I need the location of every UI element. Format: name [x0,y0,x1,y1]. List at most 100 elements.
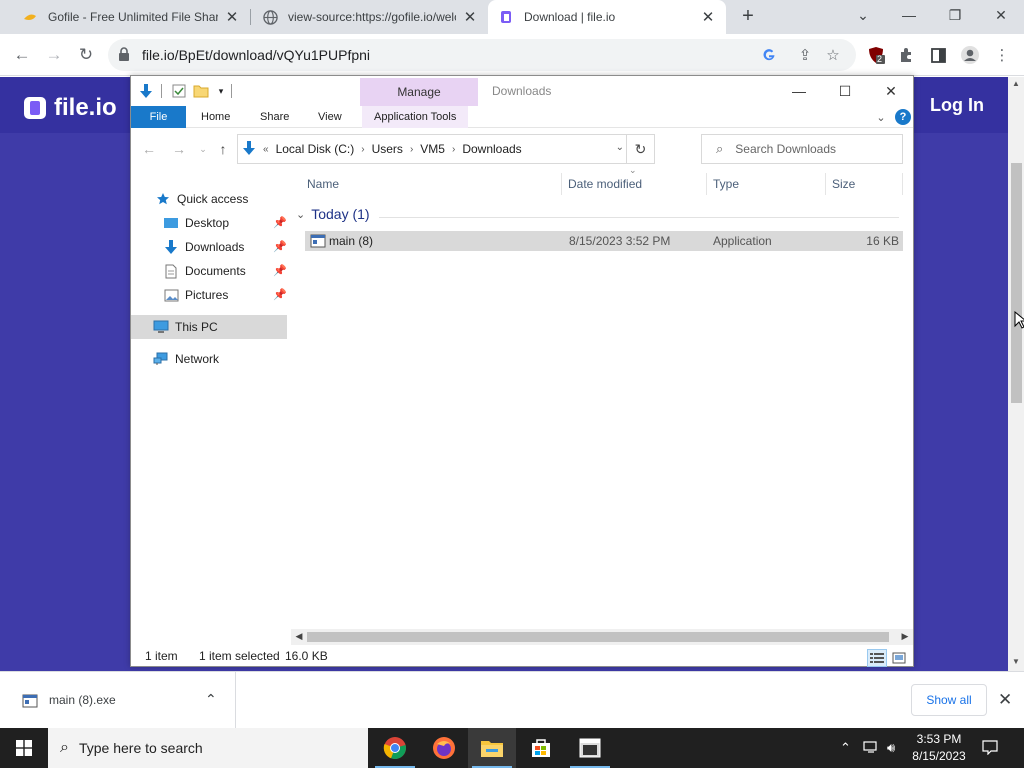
explorer-address-bar[interactable]: « Local Disk (C:) › Users › VM5 › Downlo… [237,134,655,164]
explorer-back-icon[interactable]: ← [141,141,157,157]
scroll-down-arrow-icon[interactable]: ▼ [1011,657,1021,667]
column-header-name[interactable]: Name [301,169,561,199]
up-folder-icon[interactable]: ↑ [215,141,231,157]
file-list-hscrollbar[interactable]: ◀ ▶ [291,629,913,645]
fileio-logo[interactable]: file.io [24,94,117,122]
ribbon-tab-home[interactable]: Home [201,106,230,128]
taskbar-app[interactable] [566,728,614,768]
bookmark-star-icon[interactable]: ☆ [824,47,842,64]
close-window-button[interactable]: ✕ [978,0,1024,30]
manage-contextual-tab[interactable]: Manage [360,78,478,106]
pin-icon[interactable]: 📌 [273,288,287,301]
ribbon-tab-application-tools[interactable]: Application Tools [362,106,469,128]
tab-search-icon[interactable]: ⌄ [840,0,886,30]
google-icon[interactable] [760,47,778,63]
pin-icon[interactable]: 📌 [273,264,287,277]
scrollbar-thumb[interactable] [1011,163,1022,403]
profile-avatar-icon[interactable] [960,45,980,65]
reload-button[interactable]: ↻ [72,41,100,69]
help-icon[interactable]: ? [895,109,911,125]
side-panel-icon[interactable] [928,45,948,65]
nav-quick-access[interactable]: Quick access [131,187,287,211]
volume-icon[interactable]: 🔊︎ [887,740,895,756]
taskbar-store[interactable] [517,728,565,768]
taskbar-firefox[interactable] [420,728,468,768]
nav-desktop[interactable]: Desktop 📌 [131,211,287,235]
breadcrumb-vm5[interactable]: VM5 [416,142,449,156]
nav-documents[interactable]: Documents 📌 [131,259,287,283]
search-downloads-input[interactable]: ⌕ Search Downloads [701,134,903,164]
nav-network[interactable]: Network [131,347,287,371]
taskbar-file-explorer[interactable] [468,728,516,768]
collapse-chevron-icon[interactable]: ⌄ [296,208,305,221]
start-button[interactable] [0,728,48,768]
breadcrumb-local-disk[interactable]: Local Disk (C:) [272,142,359,156]
show-hidden-icons-icon[interactable]: ⌃ [840,740,851,756]
large-icons-view-icon[interactable] [889,649,909,667]
expand-ribbon-icon[interactable]: ⌄ [873,109,889,125]
show-all-button[interactable]: Show all [911,684,987,716]
restore-button[interactable]: ❐ [932,0,978,30]
close-tab-icon[interactable]: ✕ [224,9,240,26]
ribbon-tab-file[interactable]: File [131,106,186,128]
scroll-left-arrow-icon[interactable]: ◀ [293,631,305,643]
column-header-date-modified[interactable]: Date modified [562,169,706,199]
page-scrollbar[interactable]: ▲ ▼ [1008,77,1024,671]
minimize-button[interactable]: — [886,0,932,30]
breadcrumb-overflow-icon[interactable]: « [260,144,272,155]
details-view-icon[interactable] [867,649,887,667]
forward-button[interactable]: → [40,41,68,69]
explorer-close-button[interactable]: ✕ [871,80,911,102]
pin-icon[interactable]: 📌 [273,216,287,229]
recent-locations-icon[interactable]: ⌄ [195,141,211,157]
ublock-extension-icon[interactable]: 2 [866,45,886,65]
column-header-size[interactable]: Size [826,169,902,199]
explorer-maximize-button[interactable]: ☐ [825,80,865,102]
back-button[interactable]: ← [8,41,36,69]
breadcrumb-chevron-icon[interactable]: › [407,144,416,155]
nav-pictures[interactable]: Pictures 📌 [131,283,287,307]
close-shelf-icon[interactable]: ✕ [998,690,1012,710]
download-item[interactable]: main (8).exe ⌃ [0,672,236,728]
properties-icon[interactable] [171,83,187,99]
share-icon[interactable]: ⇪ [796,47,814,64]
column-header-type[interactable]: Type [707,169,825,199]
taskbar-search-box[interactable]: ⌕ Type here to search [48,728,368,768]
nav-downloads[interactable]: Downloads 📌 [131,235,287,259]
chevron-up-icon[interactable]: ⌃ [205,691,217,708]
taskbar-clock[interactable]: 3:53 PM 8/15/2023 [904,731,974,765]
notifications-icon[interactable] [982,739,998,758]
scroll-up-arrow-icon[interactable]: ▲ [1011,79,1021,89]
extensions-puzzle-icon[interactable] [896,45,916,65]
file-row[interactable]: main (8) 8/15/2023 3:52 PM Application 1… [305,231,903,251]
close-tab-icon[interactable]: ✕ [462,9,478,26]
group-header-today[interactable]: ⌄ Today (1) [296,206,370,222]
explorer-minimize-button[interactable]: — [779,80,819,102]
breadcrumb-chevron-icon[interactable]: › [358,144,367,155]
address-dropdown-icon[interactable]: ⌄ [616,142,624,153]
chrome-menu-icon[interactable]: ⋮ [992,45,1012,65]
lock-icon[interactable] [118,47,130,65]
ribbon-tab-view[interactable]: View [318,106,342,128]
hscroll-thumb[interactable] [307,632,889,642]
tab-fileio[interactable]: Download | file.io ✕ [488,0,726,34]
new-folder-icon[interactable] [193,83,209,99]
login-link[interactable]: Log In [930,95,984,116]
column-divider[interactable] [902,173,903,195]
refresh-icon[interactable]: ↻ [626,135,654,163]
close-tab-icon[interactable]: ✕ [700,9,716,26]
taskbar-chrome[interactable] [371,728,419,768]
pin-icon[interactable]: 📌 [273,240,287,253]
breadcrumb-users[interactable]: Users [368,142,407,156]
explorer-forward-icon[interactable]: → [171,141,187,157]
address-bar[interactable]: file.io/BpEt/download/vQYu1PUPfpni ⇪ ☆ [108,39,856,71]
ribbon-tab-share[interactable]: Share [260,106,289,128]
new-tab-button[interactable]: + [737,5,759,27]
network-tray-icon[interactable] [863,740,879,757]
tab-view-source[interactable]: view-source:https://gofile.io/welcome ✕ [252,0,488,34]
nav-this-pc[interactable]: This PC [131,315,287,339]
breadcrumb-downloads[interactable]: Downloads [458,142,525,156]
tab-gofile[interactable]: Gofile - Free Unlimited File Sharing ✕ [12,0,250,34]
customize-qat-icon[interactable]: ▾ [213,83,229,99]
breadcrumb-chevron-icon[interactable]: › [449,144,458,155]
